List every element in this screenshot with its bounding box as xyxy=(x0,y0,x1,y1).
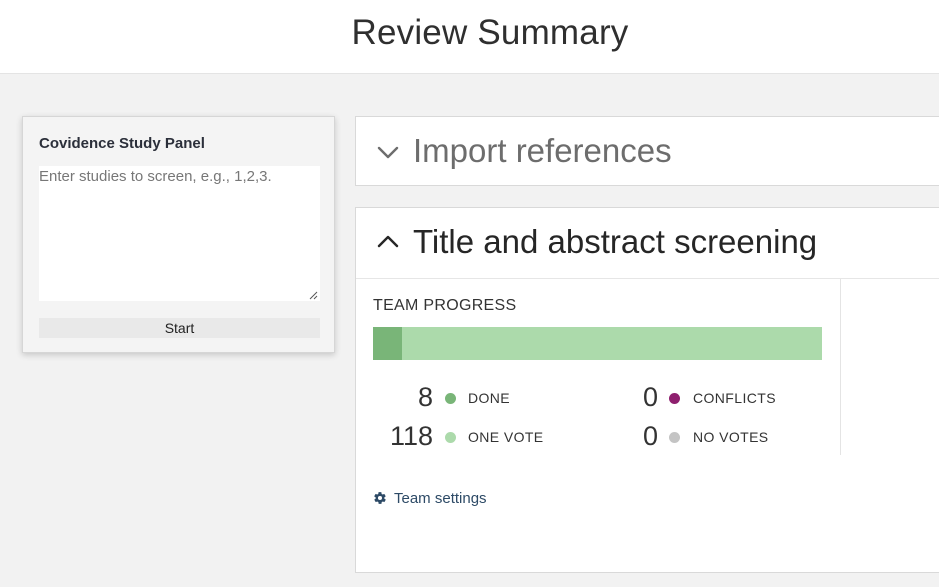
chevron-down-icon xyxy=(377,146,399,159)
stat-no-votes-count: 0 xyxy=(642,421,658,451)
conflicts-dot-icon xyxy=(669,393,680,404)
stat-one-vote-label: ONE VOTE xyxy=(468,429,544,445)
team-progress-area: TEAM PROGRESS 8 DONE 118 ONE VOTE 0 CONF… xyxy=(356,279,841,455)
stat-conflicts-count: 0 xyxy=(642,382,658,412)
chevron-up-icon xyxy=(377,235,399,248)
study-panel: Covidence Study Panel Start xyxy=(22,116,335,353)
no-votes-dot-icon xyxy=(669,432,680,443)
import-references-title: Import references xyxy=(413,132,672,169)
progress-bar-done-fill xyxy=(373,327,402,360)
stat-done-label: DONE xyxy=(468,390,511,406)
start-button[interactable]: Start xyxy=(39,318,320,338)
stat-done: 8 xyxy=(373,382,433,412)
import-references-header[interactable]: Import references xyxy=(356,117,939,185)
stat-no-votes: 0 xyxy=(606,421,658,451)
gear-icon xyxy=(374,492,386,504)
page-title: Review Summary xyxy=(351,13,629,52)
stat-conflicts-label[interactable]: CONFLICTS xyxy=(693,390,776,406)
studies-input[interactable] xyxy=(39,166,320,301)
stat-done-count: 8 xyxy=(417,382,433,412)
stat-one-vote-count: 118 xyxy=(389,421,433,451)
done-dot-icon xyxy=(445,393,456,404)
title-abstract-screening-header[interactable]: Title and abstract screening xyxy=(356,208,939,279)
stat-one-vote: 118 xyxy=(373,421,433,451)
team-settings-label: Team settings xyxy=(394,490,487,507)
team-progress-label: TEAM PROGRESS xyxy=(373,297,517,314)
header: Review Summary xyxy=(0,0,939,74)
resize-grip-icon[interactable] xyxy=(309,291,318,300)
team-progress-bar xyxy=(373,327,822,360)
one-vote-dot-icon xyxy=(445,432,456,443)
title-abstract-screening-title: Title and abstract screening xyxy=(413,223,818,260)
stat-no-votes-label: NO VOTES xyxy=(693,429,769,445)
panel-title: Covidence Study Panel xyxy=(39,135,205,152)
title-abstract-screening-section: Title and abstract screening TEAM PROGRE… xyxy=(355,207,939,573)
stat-conflicts: 0 xyxy=(606,382,658,412)
import-references-section: Import references xyxy=(355,116,939,186)
